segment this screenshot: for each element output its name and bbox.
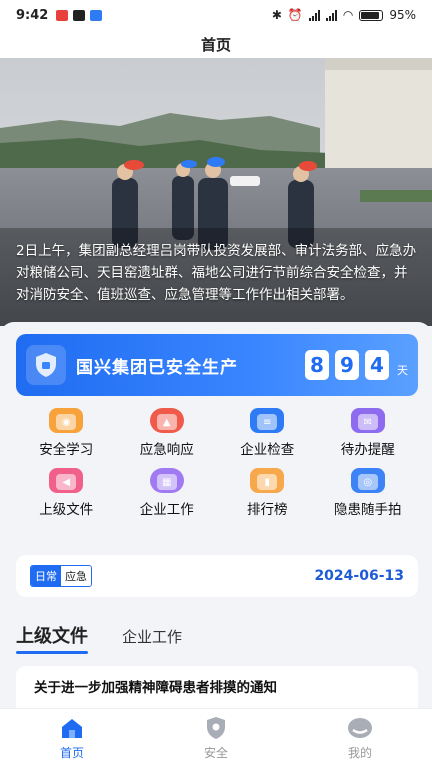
alarm-icon: ▲: [149, 408, 184, 433]
nav-safety-label: 安全: [203, 746, 228, 760]
grid-item-hazard-photo[interactable]: ◎ 隐患随手拍: [318, 468, 419, 518]
grid-item-safety-study[interactable]: ◉ 安全学习: [16, 408, 117, 458]
bluetooth-icon: ✱: [271, 8, 282, 22]
date-card: 日常 应急 2024-06-13: [16, 555, 418, 597]
signal-icon: [308, 9, 320, 21]
grid-item-emergency-response[interactable]: ▲ 应急响应: [117, 408, 218, 458]
news-banner[interactable]: 2日上午，集团副总经理吕岗带队投资发展部、审计法务部、应急办对粮储公司、天目窑遗…: [0, 58, 432, 326]
tab-enterprise-work[interactable]: 企业工作: [122, 626, 182, 653]
nav-profile-label: 我的: [347, 746, 372, 760]
notification-app-icon: [73, 9, 86, 21]
mode-toggle: 日常 应急: [30, 565, 92, 587]
page-title: 首页: [0, 30, 432, 58]
grid-item-label: 上级文件: [39, 502, 94, 518]
grid-item-label: 企业检查: [240, 442, 295, 458]
grid-item-enterprise-inspection[interactable]: ≡ 企业检查: [217, 408, 318, 458]
grid-item-superior-documents[interactable]: ◀ 上级文件: [16, 468, 117, 518]
mode-daily-button[interactable]: 日常: [31, 566, 61, 586]
ranking-icon: ▮: [250, 468, 285, 493]
battery-icon: [359, 9, 384, 21]
nav-safety[interactable]: 安全: [144, 709, 288, 768]
grid-item-label: 安全学习: [39, 442, 94, 458]
day-digit: 9: [335, 350, 359, 380]
alarm-clock-icon: ⏰: [287, 8, 303, 22]
inspection-icon: ≡: [250, 408, 285, 433]
battery-level: 95%: [389, 8, 416, 22]
grid-item-label: 隐患随手拍: [334, 502, 402, 518]
status-time: 9:42: [16, 7, 49, 23]
day-digit: 4: [365, 350, 389, 380]
notice-list-item[interactable]: 关于进一步加强精神障碍患者排摸的通知: [16, 666, 418, 710]
banner-caption: 2日上午，集团副总经理吕岗带队投资发展部、审计法务部、应急办对粮储公司、天目窑遗…: [16, 243, 417, 303]
work-icon: ▦: [149, 468, 184, 493]
notice-title: 关于进一步加强精神障碍患者排摸的通知: [34, 680, 277, 696]
profile-icon: [347, 716, 373, 740]
status-bar: 9:42 ✱ ⏰ ◠ 95%: [0, 0, 432, 30]
grid-item-ranking[interactable]: ▮ 排行榜: [217, 468, 318, 518]
nav-home-label: 首页: [59, 746, 84, 760]
todo-icon: ✉: [350, 408, 385, 433]
tab-superior-documents[interactable]: 上级文件: [16, 622, 88, 654]
camera-icon: ◎: [350, 468, 385, 493]
grid-item-label: 应急响应: [139, 442, 194, 458]
bottom-navigation: 首页 安全 我的: [0, 708, 432, 768]
home-icon: [59, 716, 85, 740]
day-digit: 8: [305, 350, 329, 380]
day-unit: 天: [397, 364, 408, 377]
current-date: 2024-06-13: [314, 568, 404, 584]
day-counter: 8 9 4 天: [305, 350, 408, 380]
shield-icon: [203, 716, 229, 740]
safety-days-card: 国兴集团已安全生产 8 9 4 天: [16, 334, 418, 396]
signal-icon: [325, 9, 337, 21]
grid-item-enterprise-work[interactable]: ▦ 企业工作: [117, 468, 218, 518]
mode-emergency-button[interactable]: 应急: [61, 566, 91, 586]
nav-profile[interactable]: 我的: [288, 709, 432, 768]
safety-title: 国兴集团已安全生产: [76, 357, 238, 378]
document-tabs: 上级文件 企业工作: [16, 622, 418, 656]
wifi-icon: ◠: [342, 8, 354, 22]
document-icon: ◀: [49, 468, 84, 493]
grid-item-label: 待办提醒: [340, 442, 395, 458]
shield-icon: [26, 345, 66, 385]
notification-app-icon: [90, 9, 103, 21]
function-grid: ◉ 安全学习 ▲ 应急响应 ≡ 企业检查 ✉ 待办提醒 ◀ 上级文件 ▦ 企业工…: [16, 408, 418, 518]
study-icon: ◉: [49, 408, 84, 433]
grid-item-label: 排行榜: [247, 502, 288, 518]
grid-item-todo-reminder[interactable]: ✉ 待办提醒: [318, 408, 419, 458]
notification-app-icon: [56, 9, 69, 21]
nav-home[interactable]: 首页: [0, 709, 144, 768]
grid-item-label: 企业工作: [139, 502, 194, 518]
